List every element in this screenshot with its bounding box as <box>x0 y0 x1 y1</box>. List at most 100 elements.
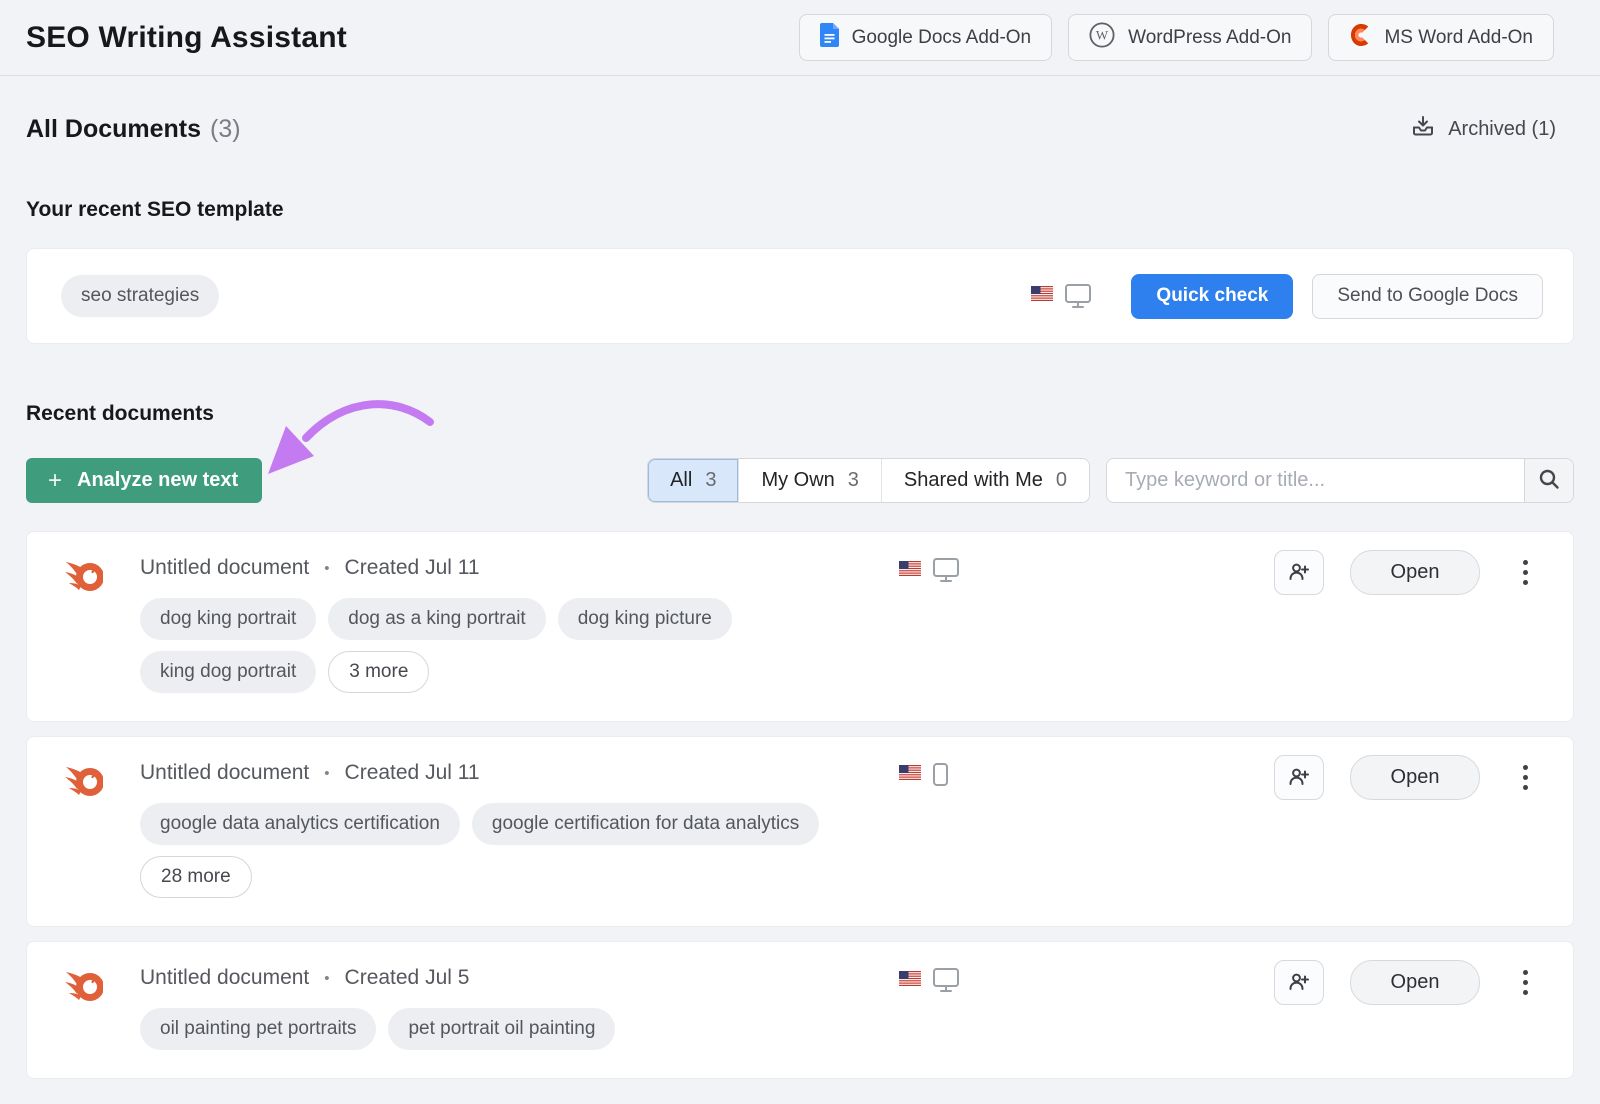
tab-count: 3 <box>705 469 716 492</box>
open-document-button[interactable]: Open <box>1350 960 1480 1005</box>
document-keyword-tags: oil painting pet portraits pet portrait … <box>140 1008 885 1050</box>
kebab-menu-icon[interactable] <box>1518 964 1533 1001</box>
search-icon <box>1538 468 1560 493</box>
tab-label: All <box>670 469 692 492</box>
recent-documents-heading: Recent documents <box>26 402 1574 426</box>
document-created: Created Jul 11 <box>345 761 480 785</box>
us-flag-icon <box>1031 286 1053 306</box>
document-title: Untitled document <box>140 761 309 785</box>
document-title: Untitled document <box>140 556 309 580</box>
template-card-controls: Quick check Send to Google Docs <box>1031 274 1543 319</box>
kebab-menu-icon[interactable] <box>1518 554 1533 591</box>
us-flag-icon <box>899 971 921 991</box>
share-document-button[interactable] <box>1274 550 1324 595</box>
document-actions: Open <box>1274 550 1533 595</box>
document-actions: Open <box>1274 960 1533 1005</box>
open-document-button[interactable]: Open <box>1350 550 1480 595</box>
more-tags-button[interactable]: 3 more <box>328 651 429 693</box>
page-title: SEO Writing Assistant <box>26 21 347 55</box>
add-user-icon <box>1289 972 1310 994</box>
ms-word-addon-button[interactable]: MS Word Add-On <box>1328 14 1554 61</box>
bullet-separator: • <box>324 765 329 782</box>
wordpress-addon-button[interactable]: W WordPress Add-On <box>1068 14 1312 61</box>
tab-my-own[interactable]: My Own 3 <box>739 459 881 502</box>
semrush-icon <box>65 966 103 1009</box>
analyze-new-text-label: Analyze new text <box>77 469 238 492</box>
keyword-tag: dog king picture <box>558 598 732 640</box>
send-to-google-docs-button[interactable]: Send to Google Docs <box>1312 274 1543 319</box>
share-document-button[interactable] <box>1274 960 1324 1005</box>
analyze-new-text-button[interactable]: + Analyze new text <box>26 458 262 503</box>
google-docs-icon <box>820 23 839 53</box>
keyword-tag: google data analytics certification <box>140 803 460 845</box>
kebab-menu-icon[interactable] <box>1518 759 1533 796</box>
quick-check-button[interactable]: Quick check <box>1131 274 1293 319</box>
main-content: All Documents (3) Archived (1) Your recen… <box>0 114 1600 1079</box>
add-user-icon <box>1289 767 1310 789</box>
more-tags-button[interactable]: 28 more <box>140 856 252 898</box>
archived-button[interactable]: Archived (1) <box>1411 114 1556 144</box>
addon-label: Google Docs Add-On <box>852 27 1032 49</box>
open-document-button[interactable]: Open <box>1350 755 1480 800</box>
search-button[interactable] <box>1524 459 1573 502</box>
ms-word-icon <box>1349 23 1371 53</box>
documents-toolbar: + Analyze new text All 3 My Own 3 Shared… <box>26 458 1574 503</box>
us-flag-icon <box>899 561 921 581</box>
mobile-icon <box>933 763 948 786</box>
add-user-icon <box>1289 562 1310 584</box>
document-meta-icons <box>899 763 948 786</box>
tab-count: 0 <box>1056 469 1067 492</box>
document-keyword-tags: dog king portrait dog as a king portrait… <box>140 598 885 693</box>
tab-all[interactable]: All 3 <box>648 459 739 502</box>
documents-count: (3) <box>210 115 241 143</box>
archive-icon <box>1411 114 1435 144</box>
desktop-icon <box>933 558 959 583</box>
semrush-icon <box>65 556 103 599</box>
top-bar: SEO Writing Assistant Google Docs Add-On… <box>0 0 1600 76</box>
document-actions: Open <box>1274 755 1533 800</box>
document-card: Untitled document • Created Jul 5 oil pa… <box>26 941 1574 1079</box>
document-meta-icons <box>899 968 959 993</box>
document-card: Untitled document • Created Jul 11 dog k… <box>26 531 1574 722</box>
seo-writing-assistant-page: SEO Writing Assistant Google Docs Add-On… <box>0 0 1600 1104</box>
documents-filter-tabs: All 3 My Own 3 Shared with Me 0 <box>647 458 1090 503</box>
desktop-icon <box>1065 284 1091 309</box>
semrush-icon <box>65 761 103 804</box>
template-section-heading: Your recent SEO template <box>26 198 1574 222</box>
share-document-button[interactable] <box>1274 755 1324 800</box>
archived-label: Archived (1) <box>1448 118 1556 141</box>
bullet-separator: • <box>324 970 329 987</box>
addon-buttons: Google Docs Add-On W WordPress Add-On MS… <box>799 14 1554 61</box>
keyword-tag: dog as a king portrait <box>328 598 545 640</box>
google-docs-addon-button[interactable]: Google Docs Add-On <box>799 14 1053 61</box>
bullet-separator: • <box>324 560 329 577</box>
keyword-tag: pet portrait oil painting <box>388 1008 615 1050</box>
tab-count: 3 <box>848 469 859 492</box>
document-created: Created Jul 5 <box>345 966 470 990</box>
document-title: Untitled document <box>140 966 309 990</box>
keyword-tag: oil painting pet portraits <box>140 1008 376 1050</box>
search-input[interactable] <box>1107 459 1524 502</box>
keyword-tag: king dog portrait <box>140 651 316 693</box>
addon-label: MS Word Add-On <box>1384 27 1533 49</box>
template-keyword-tag: seo strategies <box>61 275 219 317</box>
document-card: Untitled document • Created Jul 11 googl… <box>26 736 1574 927</box>
template-card: seo strategies Quick check Send to Googl… <box>26 248 1574 344</box>
tab-shared-with-me[interactable]: Shared with Me 0 <box>882 459 1089 502</box>
document-keyword-tags: google data analytics certification goog… <box>140 803 885 898</box>
all-documents-label: All Documents <box>26 115 201 143</box>
us-flag-icon <box>899 765 921 785</box>
documents-header: All Documents (3) Archived (1) <box>26 114 1574 144</box>
svg-text:W: W <box>1096 27 1109 42</box>
keyword-tag: google certification for data analytics <box>472 803 819 845</box>
desktop-icon <box>933 968 959 993</box>
all-documents-title: All Documents (3) <box>26 115 241 144</box>
plus-icon: + <box>48 469 62 493</box>
tab-label: My Own <box>761 469 834 492</box>
tab-label: Shared with Me <box>904 469 1043 492</box>
document-search <box>1106 458 1574 503</box>
document-meta-icons <box>899 558 959 583</box>
wordpress-icon: W <box>1089 22 1115 54</box>
document-created: Created Jul 11 <box>345 556 480 580</box>
keyword-tag: dog king portrait <box>140 598 316 640</box>
